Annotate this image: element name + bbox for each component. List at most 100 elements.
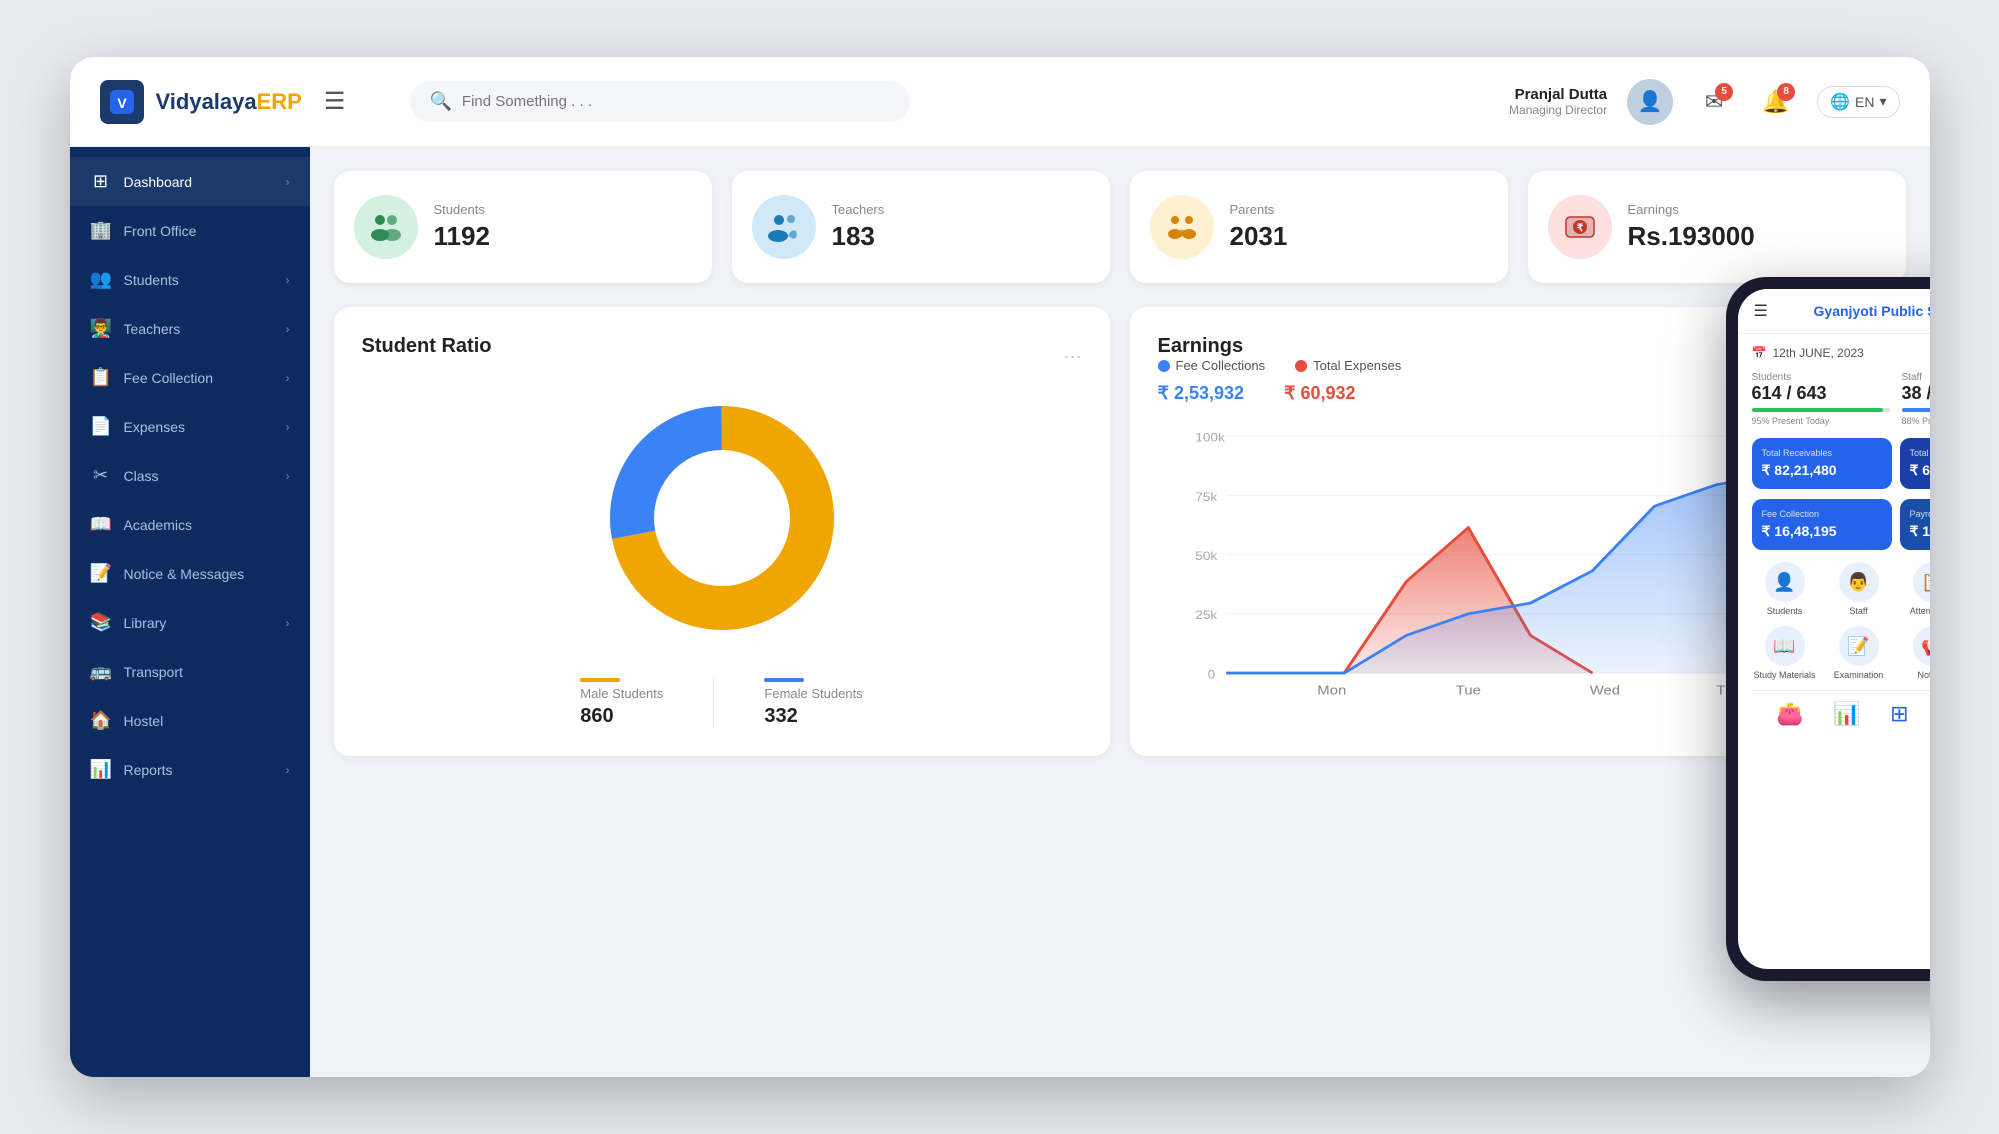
hostel-icon: 🏠	[90, 710, 112, 731]
phone-icon-study[interactable]: 📖 Study Materials	[1752, 626, 1818, 680]
expense-amount: ₹ 60,932	[1284, 383, 1356, 404]
phone-icon-label-attendance: Attendance	[1910, 606, 1930, 616]
phone-total-balance-label: Total Balance	[1910, 448, 1930, 458]
phone-total-receivables-card: Total Receivables ₹ 82,21,480	[1752, 438, 1892, 489]
svg-text:0: 0	[1207, 667, 1215, 681]
svg-text:75k: 75k	[1195, 490, 1218, 504]
academics-icon: 📖	[90, 514, 112, 535]
search-input[interactable]	[462, 93, 890, 110]
sidebar-item-reports[interactable]: 📊 Reports ›	[70, 745, 310, 794]
fee-collections-legend: Fee Collections	[1158, 358, 1266, 373]
svg-text:Mon: Mon	[1317, 683, 1346, 698]
user-name: Pranjal Dutta	[1509, 86, 1607, 103]
male-legend: Male Students 860	[580, 678, 663, 728]
donut-container: Male Students 860 Female Students 332	[362, 378, 1082, 728]
sidebar-item-teachers[interactable]: 👨‍🏫 Teachers ›	[70, 304, 310, 353]
lang-label: EN	[1855, 94, 1874, 110]
sidebar-item-front-office[interactable]: 🏢 Front Office	[70, 206, 310, 255]
user-avatar[interactable]: 👤	[1627, 79, 1673, 125]
phone-students-icon: 👤	[1765, 562, 1805, 602]
transport-icon: 🚌	[90, 661, 112, 682]
search-icon: 🔍	[430, 91, 452, 112]
sidebar-item-academics[interactable]: 📖 Academics	[70, 500, 310, 549]
phone-students-progress	[1752, 408, 1890, 412]
phone-students-label: Students	[1752, 372, 1890, 383]
phone-date-row: 📅 12th JUNE, 2023 SESSION 23-24 ⊕	[1752, 346, 1930, 360]
phone-nav-wallet-icon[interactable]: 👛	[1776, 701, 1803, 727]
sidebar-item-dashboard[interactable]: ⊞ Dashboard ›	[70, 157, 310, 206]
hamburger-menu[interactable]: ☰	[324, 87, 346, 116]
total-expenses-label: Total Expenses	[1313, 358, 1401, 373]
phone-students-val: 614 / 643	[1752, 383, 1890, 404]
students-icon: 👥	[90, 269, 112, 290]
donut-chart	[592, 388, 852, 648]
phone-nav-chart-icon[interactable]: 📊	[1833, 701, 1860, 727]
chart-more-icon[interactable]: ···	[1064, 346, 1082, 367]
sidebar-item-notice-messages[interactable]: 📝 Notice & Messages	[70, 549, 310, 598]
sidebar-item-fee-collection[interactable]: 📋 Fee Collection ›	[70, 353, 310, 402]
male-legend-value: 860	[580, 705, 663, 728]
earnings-stat-info: Earnings Rs.193000	[1628, 202, 1886, 252]
phone-menu-icon: ☰	[1754, 301, 1768, 321]
sidebar-item-students[interactable]: 👥 Students ›	[70, 255, 310, 304]
phone-icon-students[interactable]: 👤 Students	[1752, 562, 1818, 616]
male-legend-line	[580, 678, 620, 682]
phone-staff-fill	[1902, 408, 1930, 412]
sidebar-item-library[interactable]: 📚 Library ›	[70, 598, 310, 647]
fee-collection-icon: 📋	[90, 367, 112, 388]
notification-icon[interactable]: 🔔 8	[1755, 81, 1797, 123]
female-legend-label: Female Students	[764, 686, 862, 701]
phone-blue-cards-row2: Fee Collection ₹ 16,48,195 Payroll & Exp…	[1752, 499, 1930, 550]
language-selector[interactable]: 🌐 EN ▾	[1817, 86, 1899, 118]
phone-header: ☰ Gyanjyoti Public School	[1738, 289, 1930, 334]
class-icon: ✂	[90, 465, 112, 486]
sidebar: ⊞ Dashboard › 🏢 Front Office 👥 Students …	[70, 147, 310, 1077]
sidebar-item-hostel[interactable]: 🏠 Hostel	[70, 696, 310, 745]
search-bar[interactable]: 🔍	[410, 81, 910, 122]
dashboard-icon: ⊞	[90, 171, 112, 192]
phone-date: 📅 12th JUNE, 2023	[1752, 346, 1864, 360]
stat-card-teachers: Teachers 183	[732, 171, 1110, 283]
topbar-right: Pranjal Dutta Managing Director 👤 ✉ 5 🔔 …	[1509, 79, 1899, 125]
sidebar-item-expenses[interactable]: 📄 Expenses ›	[70, 402, 310, 451]
svg-text:Wed: Wed	[1589, 683, 1619, 698]
front-office-icon: 🏢	[90, 220, 112, 241]
phone-students-stat: Students 614 / 643 95% Present Today	[1752, 372, 1890, 426]
female-legend-value: 332	[764, 705, 862, 728]
stat-card-students: Students 1192	[334, 171, 712, 283]
student-ratio-card: Student Ratio ···	[334, 307, 1110, 756]
phone-icon-staff[interactable]: 👨 Staff	[1826, 562, 1892, 616]
svg-text:25k: 25k	[1195, 608, 1218, 622]
parents-stat-label: Parents	[1230, 202, 1488, 217]
sidebar-item-class[interactable]: ✂ Class ›	[70, 451, 310, 500]
fee-collections-label: Fee Collections	[1176, 358, 1266, 373]
main-layout: ⊞ Dashboard › 🏢 Front Office 👥 Students …	[70, 147, 1930, 1077]
parents-stat-value: 2031	[1230, 221, 1488, 252]
female-legend-line	[764, 678, 804, 682]
lang-chevron-icon: ▾	[1879, 93, 1886, 110]
phone-nav-grid-icon[interactable]: ⊞	[1890, 701, 1908, 727]
student-ratio-title: Student Ratio	[362, 335, 492, 358]
students-stat-label: Students	[434, 202, 692, 217]
phone-icon-attendance[interactable]: 📋 Attendance	[1900, 562, 1930, 616]
teachers-stat-label: Teachers	[832, 202, 1090, 217]
mail-icon[interactable]: ✉ 5	[1693, 81, 1735, 123]
phone-icon-exam[interactable]: 📝 Examination	[1826, 626, 1892, 680]
teachers-stat-info: Teachers 183	[832, 202, 1090, 252]
phone-notices-icon: 📢	[1913, 626, 1930, 666]
sidebar-label-expenses: Expenses	[124, 419, 185, 435]
phone-attendance-icon: 📋	[1913, 562, 1930, 602]
phone-fee-collection-card: Fee Collection ₹ 16,48,195	[1752, 499, 1892, 550]
chevron-right-icon: ›	[286, 763, 290, 777]
sidebar-item-transport[interactable]: 🚌 Transport	[70, 647, 310, 696]
phone-study-icon: 📖	[1765, 626, 1805, 666]
phone-total-balance-val: ₹ 65,73,285	[1910, 462, 1930, 479]
female-legend: Female Students 332	[764, 678, 862, 728]
phone-staff-stat: Staff 38 / 43 88% Present Today	[1902, 372, 1930, 426]
phone-icon-notices[interactable]: 📢 Notices	[1900, 626, 1930, 680]
phone-staff-progress	[1902, 408, 1930, 412]
phone-total-receivables-val: ₹ 82,21,480	[1762, 462, 1882, 479]
fee-collections-dot	[1158, 360, 1170, 372]
sidebar-label-front-office: Front Office	[124, 223, 197, 239]
phone-icon-label-staff: Staff	[1849, 606, 1867, 616]
